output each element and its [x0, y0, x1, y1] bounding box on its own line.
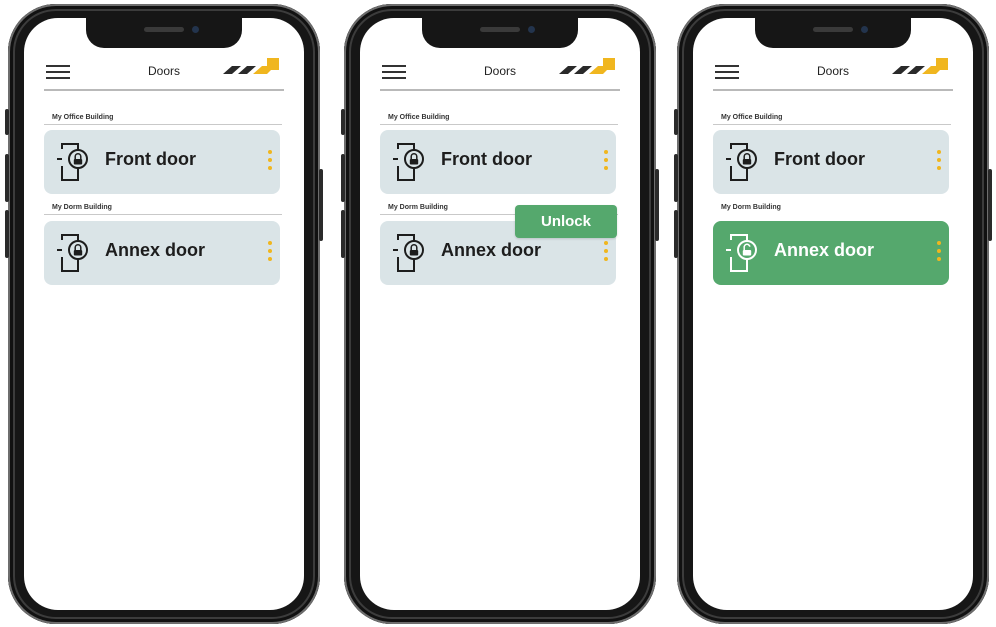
screen-2: Doors My Office Building Front door My D… [360, 18, 640, 610]
phone-frame-1: Doors My Office Building Front door My D… [5, 4, 323, 624]
door-name: Front door [441, 149, 532, 169]
door-name: Annex door [441, 240, 542, 260]
header-divider [44, 89, 284, 91]
power-button [319, 169, 323, 241]
group-label-dorm: My Dorm Building [721, 204, 781, 211]
more-options-icon[interactable] [267, 241, 273, 265]
phone-frame-3: Doors My Office Building Front door My D… [674, 4, 992, 624]
camera-icon [861, 26, 868, 33]
group-label-dorm: My Dorm Building [388, 204, 448, 211]
door-name: Front door [105, 149, 196, 169]
door-card-front[interactable]: Front door [380, 130, 616, 194]
group-divider [44, 214, 282, 215]
door-name: Front door [774, 149, 865, 169]
screen-1: Doors My Office Building Front door My D… [24, 18, 304, 610]
notch [755, 18, 911, 48]
notch [422, 18, 578, 48]
door-card-front[interactable]: Front door [44, 130, 280, 194]
camera-icon [192, 26, 199, 33]
silent-switch [341, 109, 345, 135]
page-title: Doors [483, 64, 516, 78]
hamburger-menu-icon[interactable] [715, 65, 739, 79]
door-card-annex-unlocked[interactable]: Annex door [713, 221, 949, 285]
group-label-office: My Office Building [388, 114, 450, 121]
locked-door-icon [393, 234, 424, 272]
page-title: Doors [816, 64, 849, 78]
phone-frame-2: Doors My Office Building Front door My D… [341, 4, 659, 624]
brand-logo [892, 58, 948, 74]
hamburger-menu-icon[interactable] [46, 65, 70, 79]
hamburger-menu-icon[interactable] [382, 65, 406, 79]
more-options-icon[interactable] [603, 150, 609, 174]
group-label-office: My Office Building [721, 114, 783, 121]
door-name: Annex door [105, 240, 206, 260]
volume-up-button [5, 154, 9, 202]
locked-door-icon [57, 143, 88, 181]
volume-up-button [674, 154, 678, 202]
more-options-icon[interactable] [603, 241, 609, 265]
speaker [813, 27, 853, 32]
group-divider [713, 124, 951, 125]
camera-icon [528, 26, 535, 33]
screen-3: Doors My Office Building Front door My D… [693, 18, 973, 610]
notch [86, 18, 242, 48]
power-button [655, 169, 659, 241]
header-divider [713, 89, 953, 91]
silent-switch [5, 109, 9, 135]
page-title: Doors [147, 64, 180, 78]
power-button [988, 169, 992, 241]
speaker [480, 27, 520, 32]
unlock-button[interactable]: Unlock [515, 205, 617, 238]
group-label-office: My Office Building [52, 114, 114, 121]
locked-door-icon [726, 143, 757, 181]
group-label-dorm: My Dorm Building [52, 204, 112, 211]
locked-door-icon [57, 234, 88, 272]
more-options-icon[interactable] [936, 150, 942, 174]
more-options-icon[interactable] [936, 241, 942, 265]
brand-logo [559, 58, 615, 74]
group-divider [380, 124, 618, 125]
brand-logo [223, 58, 279, 74]
more-options-icon[interactable] [267, 150, 273, 174]
door-card-front[interactable]: Front door [713, 130, 949, 194]
header-divider [380, 89, 620, 91]
door-name: Annex door [774, 240, 875, 260]
speaker [144, 27, 184, 32]
silent-switch [674, 109, 678, 135]
volume-up-button [341, 154, 345, 202]
door-card-annex[interactable]: Annex door [44, 221, 280, 285]
group-divider [44, 124, 282, 125]
volume-down-button [341, 210, 345, 258]
volume-down-button [5, 210, 9, 258]
locked-door-icon [393, 143, 424, 181]
unlocked-door-icon [726, 234, 757, 272]
volume-down-button [674, 210, 678, 258]
